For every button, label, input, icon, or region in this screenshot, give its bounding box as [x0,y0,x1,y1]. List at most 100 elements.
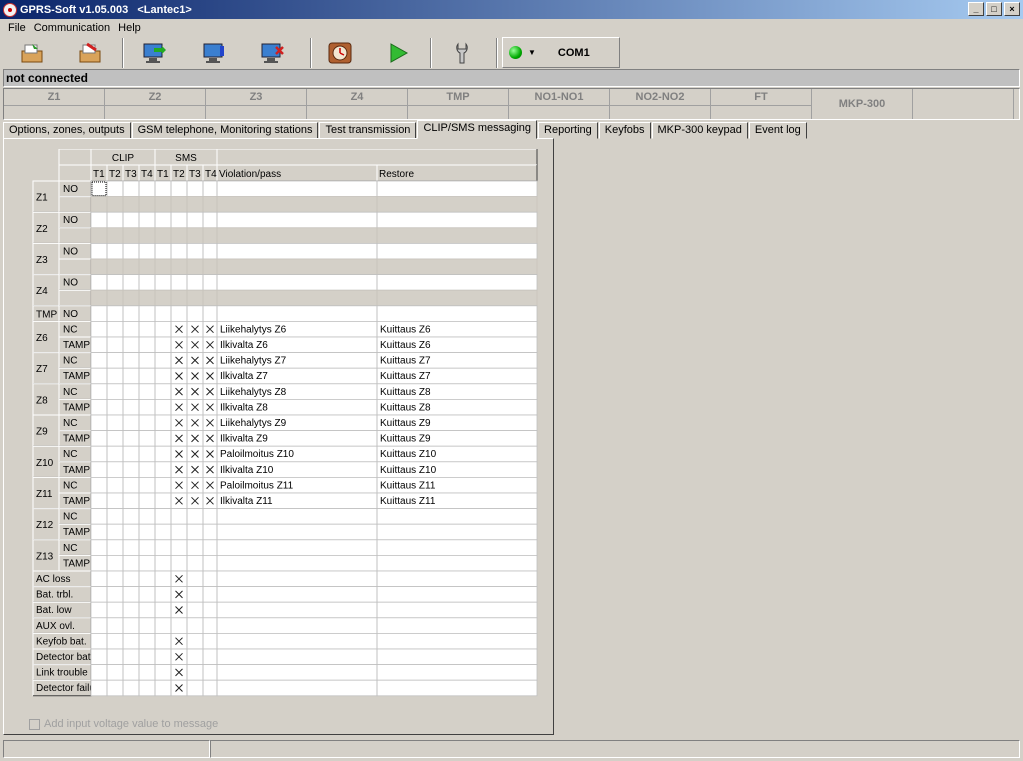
write-to-device-button[interactable] [196,38,232,68]
settings-button[interactable] [444,38,480,68]
close-button[interactable]: × [1004,2,1020,16]
read-from-device-button[interactable] [136,38,172,68]
violation-text: Ilkivalta Z11 [220,496,273,507]
table-row[interactable] [91,649,537,665]
table-row[interactable] [91,227,537,244]
open-file-button[interactable] [14,38,50,68]
zone-label: Z10 [36,458,54,469]
input-type-label: NC [63,543,77,554]
table-row[interactable] [91,181,537,197]
violation-text: Paloilmoitus Z10 [220,449,294,460]
menu-communication[interactable]: Communication [30,22,114,34]
minimize-button[interactable]: _ [968,2,984,16]
tab-reporting[interactable]: Reporting [538,122,598,139]
tab-gsm-telephone-monitoring-stations[interactable]: GSM telephone, Monitoring stations [131,122,319,139]
toolbar: ▼ COM1 [0,36,1023,70]
tab-event-log[interactable]: Event log [748,122,807,139]
zone-label: NO2-NO2 [635,91,685,103]
table-row[interactable] [91,337,537,353]
table-row[interactable] [91,196,537,213]
input-type-cell [59,259,91,275]
restore-text: Kuittaus Z8 [380,402,431,413]
chevron-down-icon[interactable]: ▼ [528,48,536,57]
table-row[interactable] [91,368,537,384]
column-header: T1 [93,169,105,180]
zone-label: Z11 [36,489,53,500]
table-row[interactable] [91,305,537,322]
voltage-checkbox[interactable] [29,718,40,730]
menu-help[interactable]: Help [114,22,145,34]
input-type-label: TAMP [63,558,90,569]
table-row[interactable] [91,539,537,556]
restore-text: Kuittaus Z6 [380,324,431,335]
maximize-button[interactable]: □ [986,2,1002,16]
table-row[interactable] [91,430,537,447]
save-file-icon [79,42,101,63]
table-row[interactable] [91,508,537,525]
restore-text: Kuittaus Z10 [380,449,437,460]
table-row[interactable] [91,680,537,696]
table-row[interactable] [91,274,537,291]
zone-label: FT [754,91,768,103]
connection-status-led-icon [509,46,522,59]
table-row[interactable] [91,259,537,275]
input-type-label: NC [63,480,77,491]
table-row[interactable] [91,243,537,259]
input-type-label: NO [63,278,78,289]
tab-mkp-300-keypad[interactable]: MKP-300 keypad [651,122,748,139]
tab-options-zones-outputs[interactable]: Options, zones, outputs [3,122,131,139]
table-row[interactable] [91,352,537,369]
disconnect-button[interactable] [254,38,290,68]
voltage-checkbox-row[interactable]: Add input voltage value to message [29,718,218,730]
table-row[interactable] [91,399,537,415]
play-icon [390,43,409,63]
violation-text: Ilkivalta Z7 [220,371,268,382]
table-row[interactable] [91,321,537,337]
table-row[interactable] [91,524,537,540]
table-row[interactable] [91,493,537,509]
menu-file[interactable]: File [4,22,30,34]
input-type-label: NC [63,512,77,523]
table-row[interactable] [91,602,537,618]
tab-strip: Options, zones, outputs GSM telephone, Mo… [3,120,808,139]
restore-text: Kuittaus Z9 [380,418,431,429]
messaging-grid: CLIP SMST1 T2 T3 T4 T1 T2 T3 T4 Violation/pass Res… [32,149,538,697]
table-row[interactable] [91,290,537,306]
input-type-label: TAMP [63,434,90,445]
restore-text: Kuittaus Z7 [380,371,431,382]
system-row-label: Link trouble [36,668,88,679]
table-row[interactable] [91,571,537,587]
tab-test-transmission[interactable]: Test transmission [319,122,417,139]
table-row[interactable] [91,212,537,228]
violation-text: Ilkivalta Z10 [220,465,274,476]
save-file-button[interactable] [72,38,108,68]
system-row-label: Detector failu [36,683,95,694]
tab-page-clip-sms: CLIP SMS T1 T2 T3 T4 T1 T2 T3 T4 Violation/pass Res… [3,138,554,735]
table-row[interactable] [91,664,537,681]
tab-keyfobs[interactable]: Keyfobs [598,122,651,139]
table-row[interactable] [91,383,537,400]
table-row[interactable] [91,555,537,571]
table-row[interactable] [91,633,537,649]
table-row[interactable] [91,415,537,431]
restore-text: Kuittaus Z11 [380,480,436,491]
table-row[interactable] [91,461,537,478]
restore-text: Kuittaus Z7 [380,356,431,367]
input-type-label: NO [63,215,78,226]
run-button[interactable] [380,38,416,68]
tab-clip-sms-messaging[interactable]: CLIP/SMS messaging [417,120,538,139]
column-header: Restore [379,169,414,180]
table-row[interactable] [91,477,537,493]
table-row[interactable] [91,586,537,603]
zone-label: Z2 [148,91,162,103]
column-header: T3 [125,169,137,180]
table-row[interactable] [91,446,537,462]
connection-status: not connected [3,69,1020,87]
violation-text: Liikehalytys Z8 [220,387,287,398]
zone-cell-no2-no2: NO2-NO2 [610,89,711,119]
table-row[interactable] [91,617,537,634]
clock-button[interactable] [322,38,358,68]
system-row-label: Bat. low [36,605,72,616]
input-type-label: TAMP [63,371,90,382]
zone-cell-no1-no1: NO1-NO1 [509,89,610,119]
